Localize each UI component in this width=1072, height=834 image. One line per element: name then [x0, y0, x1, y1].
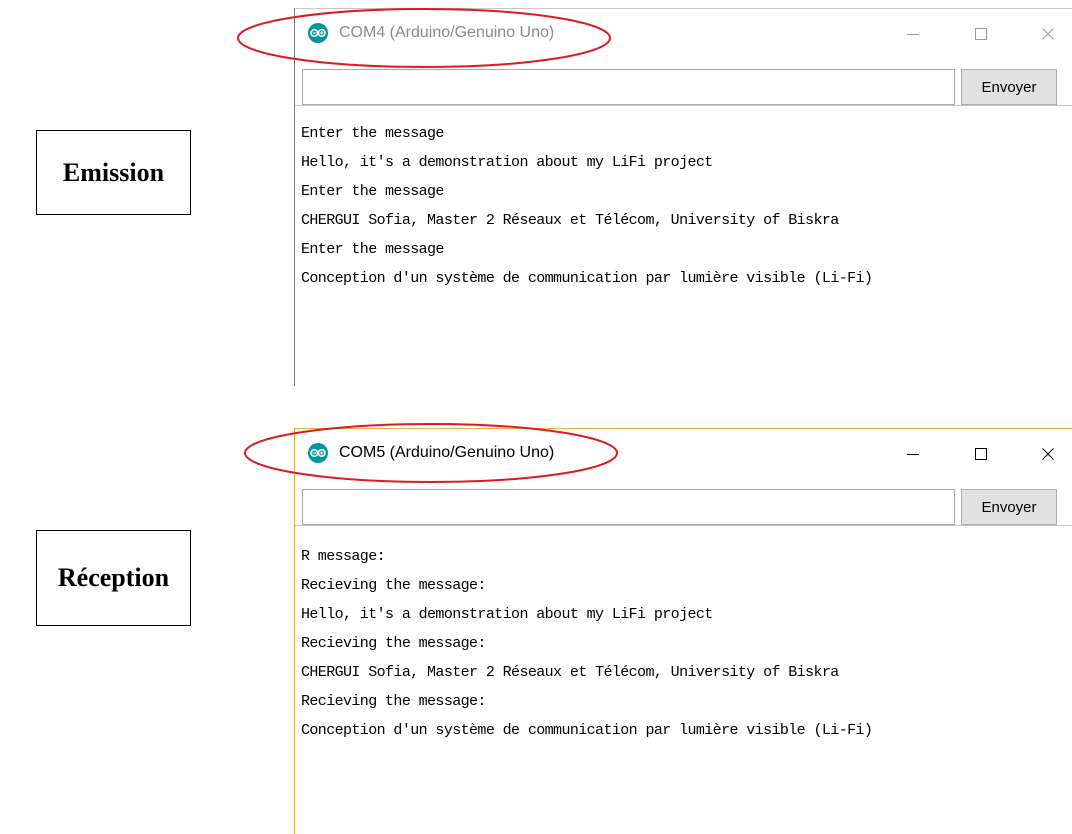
output-line: Hello, it's a demonstration about my LiF…: [301, 606, 713, 623]
output-line: R message:: [301, 548, 386, 565]
emission-label-box: Emission: [36, 130, 191, 215]
send-row: Envoyer: [295, 481, 1072, 525]
close-icon[interactable]: [1025, 437, 1071, 471]
output-line: Enter the message: [301, 125, 444, 142]
message-input[interactable]: [302, 69, 955, 105]
title-bar[interactable]: COM5 (Arduino/Genuino Uno): [295, 429, 1072, 479]
output-line: Recieving the message:: [301, 577, 486, 594]
minimize-icon[interactable]: [890, 437, 936, 471]
serial-output[interactable]: Enter the message Hello, it's a demonstr…: [295, 105, 1072, 386]
output-line: Recieving the message:: [301, 635, 486, 652]
window-title: COM4 (Arduino/Genuino Uno): [339, 24, 555, 41]
maximize-icon[interactable]: [958, 17, 1004, 51]
serial-output[interactable]: R message: Recieving the message: Hello,…: [295, 525, 1072, 834]
message-input[interactable]: [302, 489, 955, 525]
close-icon[interactable]: [1025, 17, 1071, 51]
output-line: CHERGUI Sofia, Master 2 Réseaux et Téléc…: [301, 212, 839, 229]
output-line: Hello, it's a demonstration about my LiF…: [301, 154, 713, 171]
send-button[interactable]: Envoyer: [961, 489, 1057, 525]
output-line: Enter the message: [301, 183, 444, 200]
send-row: Envoyer: [295, 61, 1072, 105]
minimize-icon[interactable]: [890, 17, 936, 51]
reception-label-box: Réception: [36, 530, 191, 626]
output-line: CHERGUI Sofia, Master 2 Réseaux et Téléc…: [301, 664, 839, 681]
emission-label: Emission: [62, 157, 165, 187]
output-line: Conception d'un système de communication…: [301, 722, 873, 739]
window-title: COM5 (Arduino/Genuino Uno): [339, 444, 555, 461]
output-line: Enter the message: [301, 241, 444, 258]
serial-monitor-com5: COM5 (Arduino/Genuino Uno) Envoyer R mes…: [294, 428, 1072, 834]
reception-label: Réception: [57, 563, 170, 592]
maximize-icon[interactable]: [958, 437, 1004, 471]
send-button[interactable]: Envoyer: [961, 69, 1057, 105]
serial-monitor-com4: COM4 (Arduino/Genuino Uno) Envoyer Enter…: [294, 8, 1072, 386]
title-bar[interactable]: COM4 (Arduino/Genuino Uno): [295, 9, 1072, 59]
arduino-icon: [308, 23, 328, 43]
arduino-icon: [308, 443, 328, 463]
output-line: Conception d'un système de communication…: [301, 270, 873, 287]
output-line: Recieving the message:: [301, 693, 486, 710]
